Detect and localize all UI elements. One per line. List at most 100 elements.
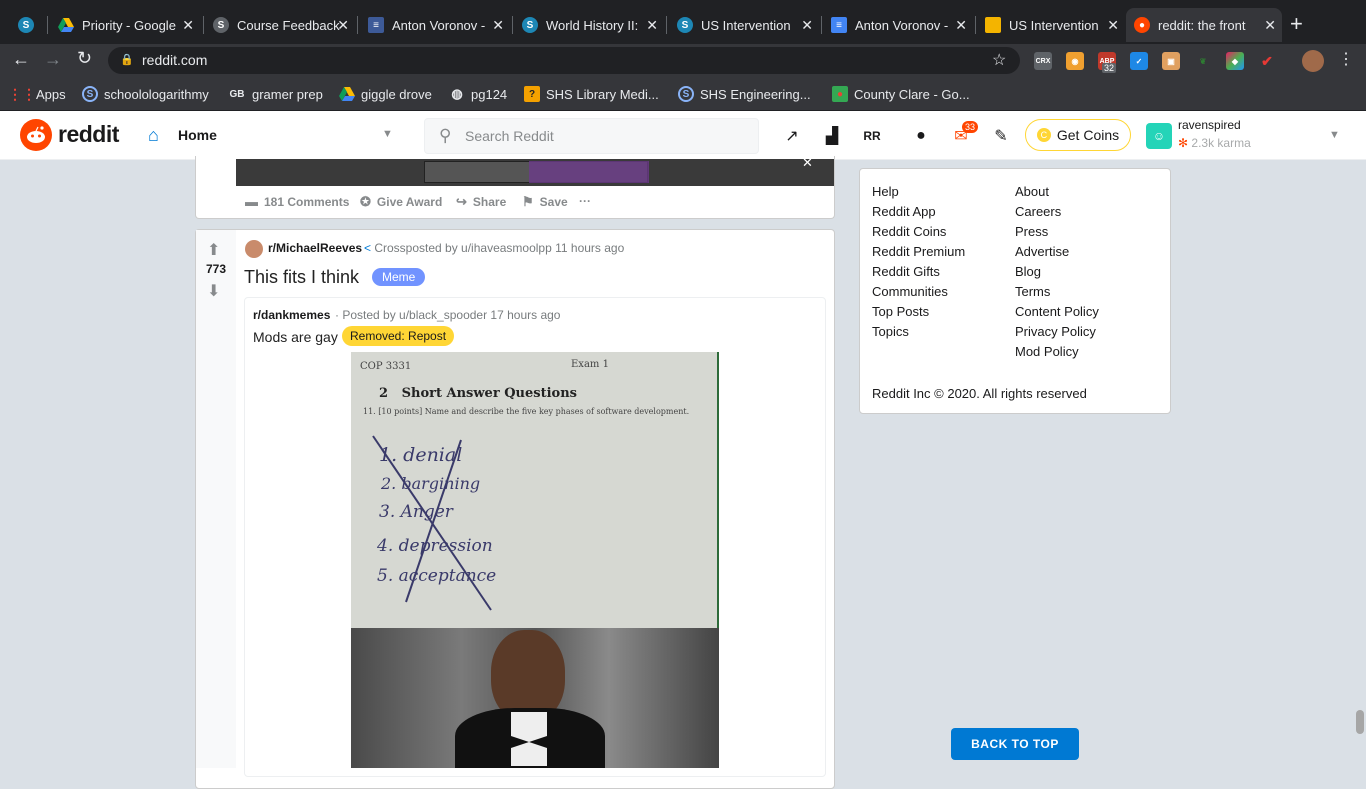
tab-course-feedback[interactable]: S Course Feedback ✕ <box>205 8 355 42</box>
close-tab-icon[interactable]: ✕ <box>955 17 967 34</box>
footer-link-about[interactable]: About <box>1015 184 1049 199</box>
give-award-button[interactable]: ✪ Give Award <box>360 194 442 210</box>
close-tab-icon[interactable]: ✕ <box>646 17 658 34</box>
bookmark-county-clare[interactable]: ● County Clare - Go... <box>832 86 970 102</box>
user-avatar[interactable]: ☺ <box>1146 123 1172 149</box>
bookmark-giggle-drove[interactable]: giggle drove <box>339 86 432 102</box>
footer-link-reddit-premium[interactable]: Reddit Premium <box>872 244 965 259</box>
embedded-subreddit-link[interactable]: r/dankmemes <box>253 308 330 322</box>
share-button[interactable]: ↪ Share <box>456 194 506 210</box>
gb-icon: GB <box>229 88 245 100</box>
footer-link-help[interactable]: Help <box>872 184 899 199</box>
flair-meme[interactable]: Meme <box>372 268 426 286</box>
footer-link-communities[interactable]: Communities <box>872 284 948 299</box>
footer-link-mod-policy[interactable]: Mod Policy <box>1015 344 1079 359</box>
bookmark-gramer-prep[interactable]: GB gramer prep <box>228 86 323 102</box>
chat-icon[interactable]: ● <box>910 125 932 147</box>
tab-anton-voronov-1[interactable]: ≡ Anton Voronov - ✕ <box>360 8 510 42</box>
coin-icon: C <box>1036 128 1051 142</box>
footer-link-terms[interactable]: Terms <box>1015 284 1050 299</box>
new-tab-button[interactable]: + <box>1290 10 1303 38</box>
username[interactable]: ravenspired <box>1178 118 1241 132</box>
footer-link-advertise[interactable]: Advertise <box>1015 244 1069 259</box>
ext-color-icon[interactable]: ◆ <box>1226 52 1244 70</box>
chevron-down-icon[interactable]: ▼ <box>382 128 393 140</box>
close-tab-icon[interactable]: ✕ <box>337 17 349 34</box>
schoology-icon: S <box>678 86 694 102</box>
tab-reddit[interactable]: ● reddit: the front ✕ <box>1126 8 1282 42</box>
more-options-button[interactable]: ··· <box>579 194 591 208</box>
footer-link-privacy-policy[interactable]: Privacy Policy <box>1015 324 1096 339</box>
popular-trending-icon[interactable]: ↗ <box>781 125 803 147</box>
previous-post-image[interactable]: ✕ <box>236 155 834 186</box>
close-tab-icon[interactable]: ✕ <box>1264 17 1276 34</box>
save-button[interactable]: ⚑ Save <box>522 194 568 210</box>
page-scrollbar-thumb[interactable] <box>1356 710 1364 734</box>
get-coins-button[interactable]: C Get Coins <box>1025 119 1131 151</box>
footer-link-press[interactable]: Press <box>1015 224 1048 239</box>
subreddit-icon[interactable] <box>245 240 263 258</box>
tab-pinned-schoology[interactable]: S <box>10 8 44 42</box>
close-tab-icon[interactable]: ✕ <box>801 17 813 34</box>
comment-icon: ▬ <box>245 194 258 209</box>
ext-leaf-icon[interactable]: ❦ <box>1194 52 1212 70</box>
back-arrow-icon[interactable]: ← <box>12 49 30 70</box>
footer-link-top-posts[interactable]: Top Posts <box>872 304 929 319</box>
tab-world-history[interactable]: S World History II: ✕ <box>514 8 664 42</box>
bookmark-shs-library[interactable]: ? SHS Library Medi... <box>524 86 659 102</box>
footer-link-reddit-gifts[interactable]: Reddit Gifts <box>872 264 940 279</box>
embedded-title[interactable]: Mods are gay <box>253 329 338 345</box>
footer-link-reddit-app[interactable]: Reddit App <box>872 204 936 219</box>
globe-icon: ◍ <box>451 86 463 101</box>
upvote-arrow-icon[interactable]: ⬆ <box>207 240 220 260</box>
address-bar[interactable]: 🔒 reddit.com ☆ <box>108 47 1020 74</box>
forward-arrow-icon[interactable]: → <box>44 49 62 70</box>
bookmark-pg124[interactable]: ◍ pg124 <box>449 86 507 102</box>
footer-link-content-policy[interactable]: Content Policy <box>1015 304 1099 319</box>
tab-us-intervention-1[interactable]: S US Intervention ✕ <box>669 8 819 42</box>
post-title[interactable]: This fits I think <box>244 267 359 288</box>
abp-badge: 32 <box>1102 63 1117 73</box>
mute-icon[interactable]: ✕ <box>802 155 813 171</box>
footer-link-blog[interactable]: Blog <box>1015 264 1041 279</box>
user-menu-chevron-icon[interactable]: ▼ <box>1329 129 1340 141</box>
reddit-wordmark[interactable]: reddit <box>58 121 119 148</box>
subreddit-link[interactable]: r/MichaelReeves <box>268 241 362 255</box>
create-post-pencil-icon[interactable]: ✎ <box>990 125 1012 147</box>
bookmark-star-icon[interactable]: ☆ <box>992 47 1006 74</box>
close-tab-icon[interactable]: ✕ <box>492 17 504 34</box>
meme-image[interactable]: COP 3331 Exam 1 2 Short Answer Questions… <box>351 352 719 768</box>
footer-link-careers[interactable]: Careers <box>1015 204 1061 219</box>
all-leaderboard-icon[interactable]: ▟ <box>821 125 843 147</box>
bookmark-apps[interactable]: ⋮⋮ Apps <box>8 86 66 102</box>
flair-removed-repost[interactable]: Removed: Repost <box>342 326 455 346</box>
previous-post-card[interactable]: ✕ <box>195 155 835 219</box>
menu-kebab-icon[interactable]: ⋮ <box>1338 49 1354 69</box>
close-tab-icon[interactable]: ✕ <box>1107 17 1119 34</box>
bookmark-shs-engineering[interactable]: S SHS Engineering... <box>678 86 811 102</box>
back-to-top-button[interactable]: BACK TO TOP <box>951 728 1079 760</box>
rpan-icon[interactable]: RR <box>861 125 883 147</box>
comments-button[interactable]: ▬ 181 Comments <box>245 194 349 209</box>
close-tab-icon[interactable]: ✕ <box>182 17 194 34</box>
browser-tab-bar: S Priority - Google ✕ S Course Feedback … <box>0 0 1366 44</box>
owl-icon[interactable]: ◉ <box>1066 52 1084 70</box>
tab-us-intervention-2[interactable]: US Intervention ✕ <box>977 8 1125 42</box>
home-dropdown-label[interactable]: Home <box>178 127 217 143</box>
ext-box-icon[interactable]: ▣ <box>1162 52 1180 70</box>
bookmark-schoolologarithmy[interactable]: S schoolologarithmy <box>82 86 209 102</box>
downvote-arrow-icon[interactable]: ⬇ <box>207 281 220 301</box>
ext-red-icon[interactable]: ✔ <box>1258 52 1276 70</box>
profile-avatar[interactable] <box>1302 50 1324 72</box>
tab-priority[interactable]: Priority - Google ✕ <box>50 8 200 42</box>
ext-blue-icon[interactable]: ✓ <box>1130 52 1148 70</box>
embedded-posted-by[interactable]: · Posted by u/black_spooder 17 hours ago <box>335 308 560 322</box>
search-input[interactable]: ⚲ Search Reddit <box>424 118 759 154</box>
footer-link-topics[interactable]: Topics <box>872 324 909 339</box>
tab-anton-voronov-2[interactable]: ≡ Anton Voronov - ✕ <box>823 8 973 42</box>
reddit-logo-icon[interactable] <box>20 119 52 151</box>
home-icon: ⌂ <box>148 125 159 145</box>
footer-link-reddit-coins[interactable]: Reddit Coins <box>872 224 946 239</box>
crx-icon[interactable]: CRX <box>1034 52 1052 70</box>
reload-icon[interactable]: ↻ <box>77 48 92 69</box>
